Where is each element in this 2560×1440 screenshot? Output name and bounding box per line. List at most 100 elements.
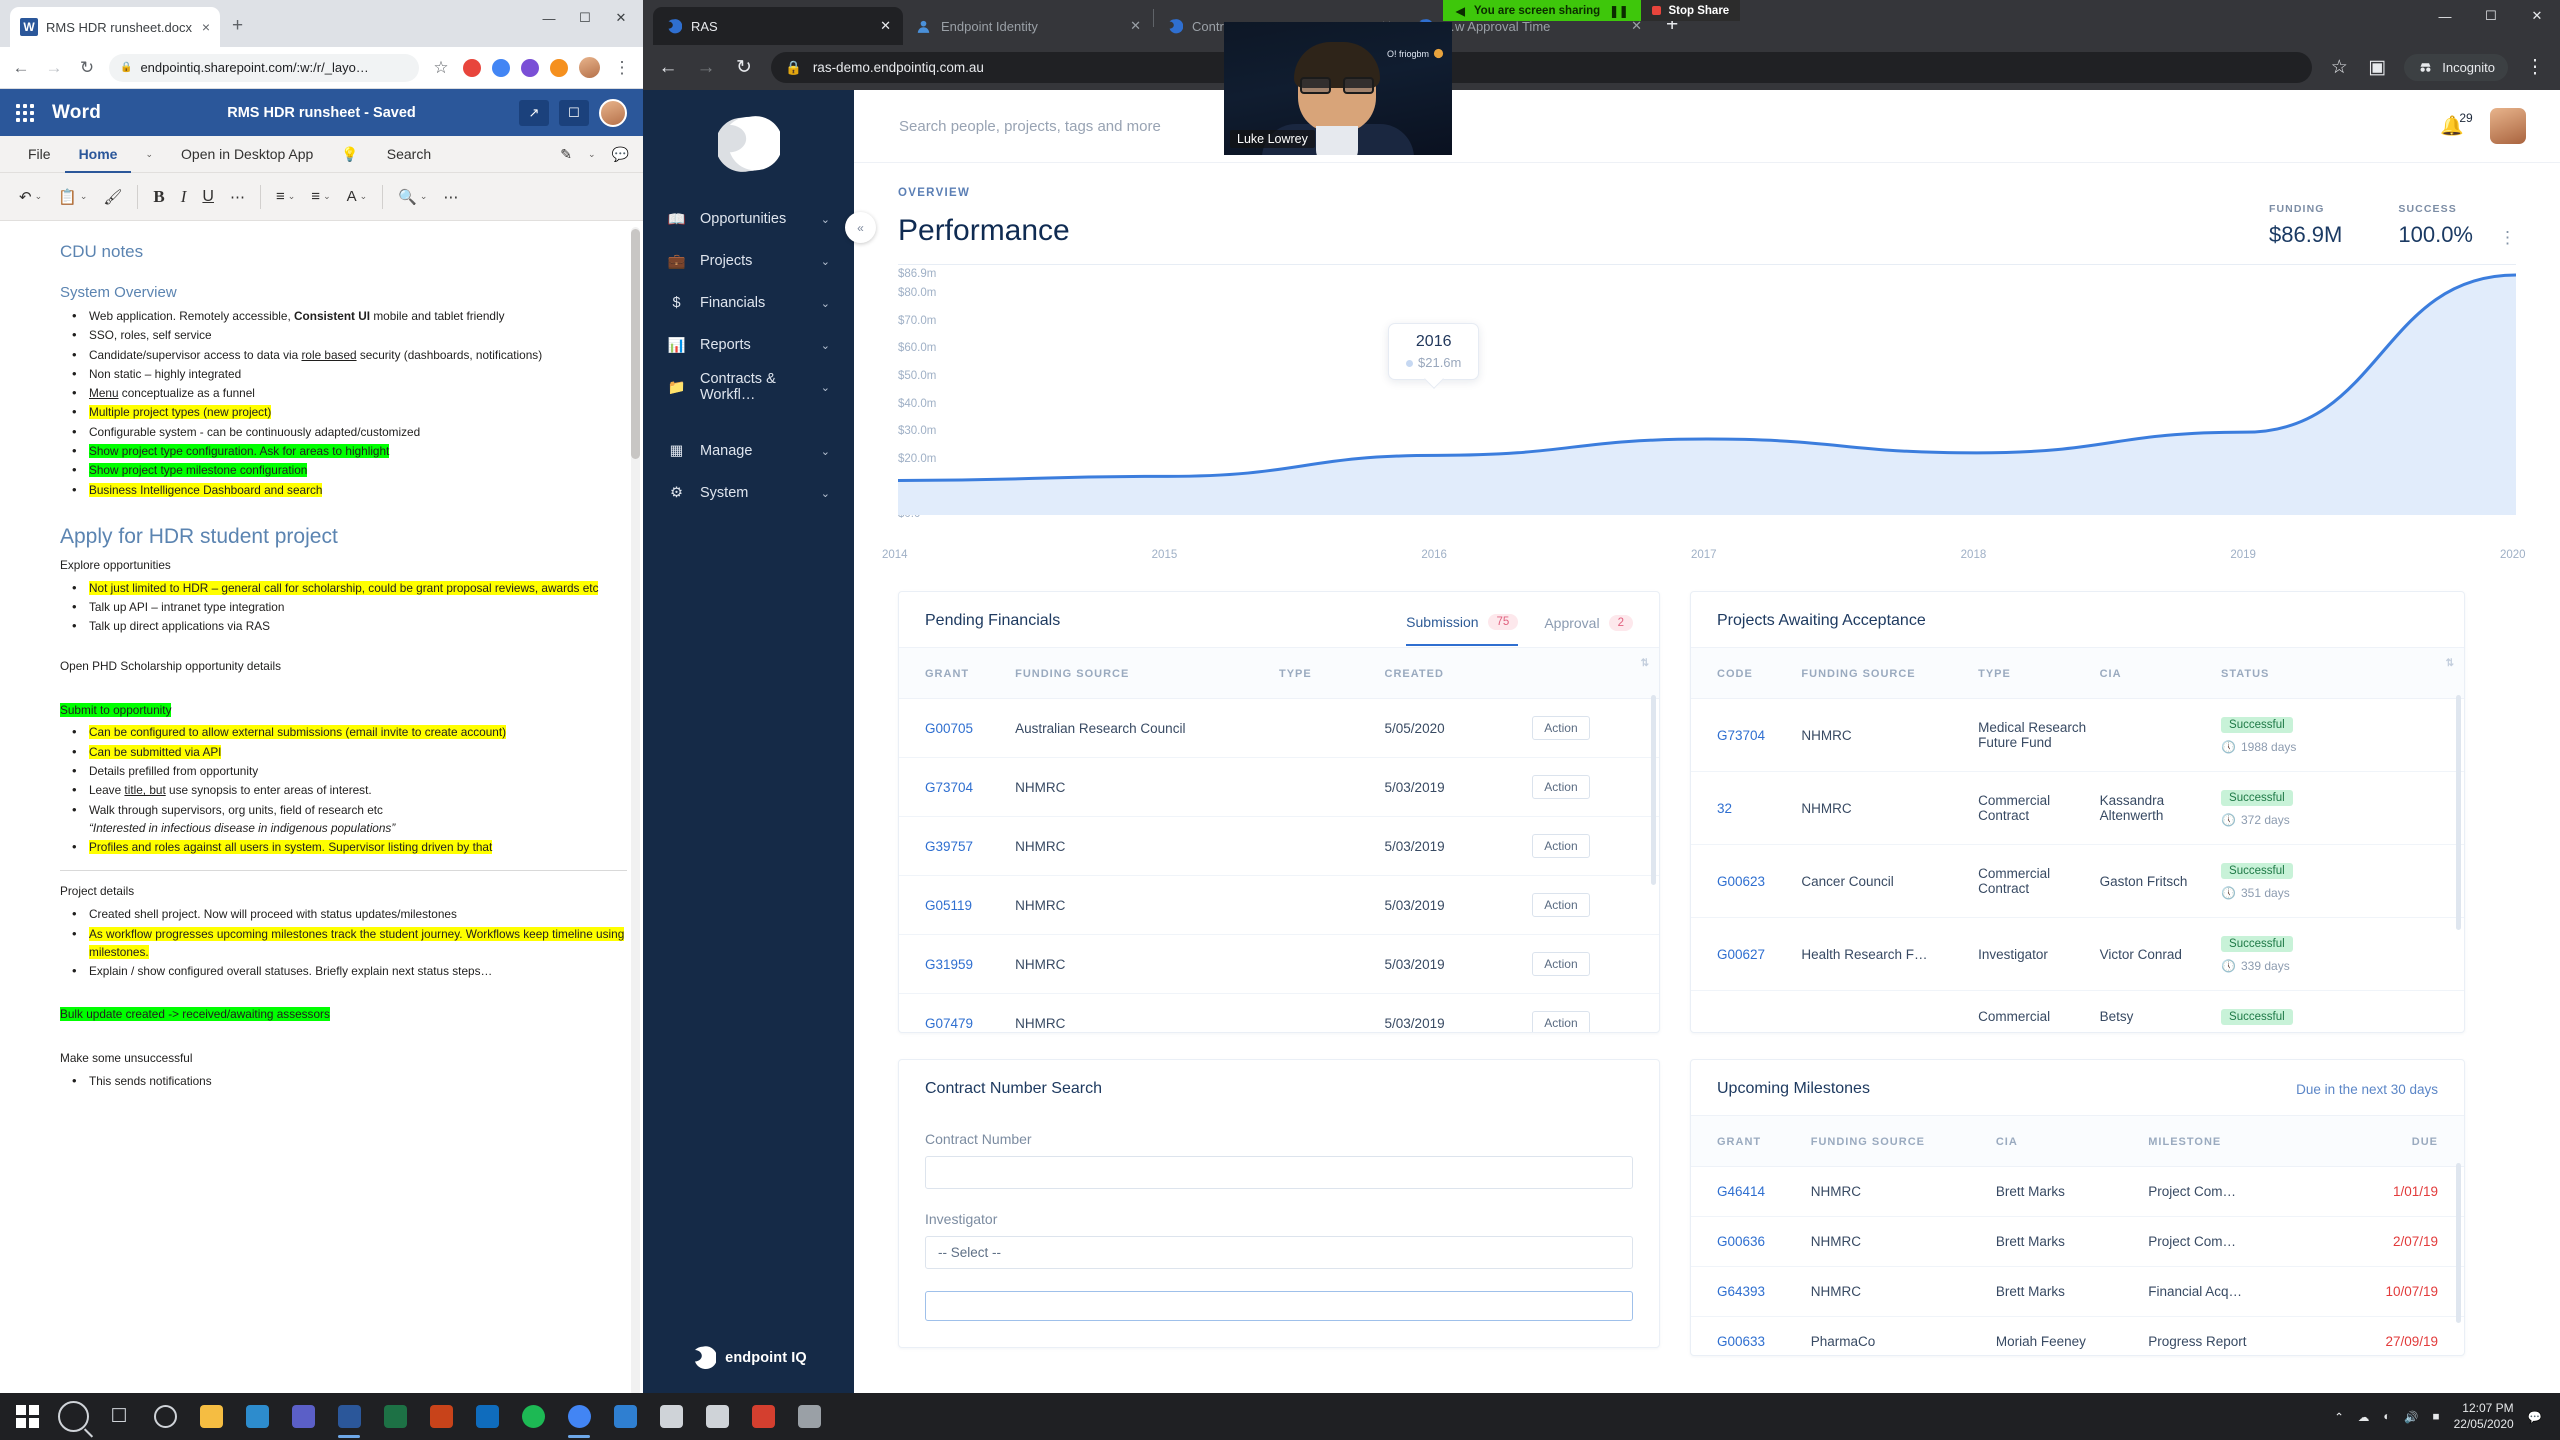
ribbon-overflow-button[interactable]: ⋯ (436, 184, 465, 210)
app-scroll-area[interactable]: OVERVIEW Performance FUNDING $86.9M SUCC… (854, 163, 2560, 1393)
chevron-down-icon[interactable]: ⌄ (821, 339, 830, 352)
table-row[interactable]: G64393 NHMRC Brett Marks Financial Acq… 10/0… (1691, 1266, 2464, 1317)
project-code-link[interactable]: 32 (1717, 801, 1732, 816)
search-button[interactable]: Search (373, 136, 445, 173)
notifications-bell[interactable]: 🔔 29 (2440, 111, 2472, 138)
settings-button[interactable] (648, 1393, 694, 1440)
sidebar-collapse-button[interactable]: « (845, 212, 876, 243)
extension-icon-1[interactable] (463, 58, 481, 77)
explorer-button[interactable] (188, 1393, 234, 1440)
share-icon[interactable]: ↗ (519, 99, 549, 126)
browser-tab-word-doc[interactable]: W RMS HDR runsheet.docx × (10, 7, 220, 47)
project-code-link[interactable]: G00623 (1717, 874, 1765, 889)
close-icon[interactable]: × (202, 19, 210, 35)
maximize-button[interactable]: ☐ (2468, 0, 2514, 32)
grant-link[interactable]: G46414 (1717, 1184, 1765, 1199)
col-milestone[interactable]: MILESTONE (2148, 1115, 2323, 1167)
code-button[interactable] (602, 1393, 648, 1440)
minimize-button[interactable]: — (531, 4, 567, 32)
chevron-down-icon[interactable]: ⌄ (821, 487, 830, 500)
paste-button[interactable]: 📋 ⌄ (51, 184, 94, 210)
avatar[interactable] (2490, 108, 2526, 144)
slack-button[interactable] (694, 1393, 740, 1440)
chevron-down-icon[interactable]: ⌄ (821, 381, 830, 394)
sidebar-item-system[interactable]: ⚙ System ⌄ (643, 472, 854, 514)
col-created[interactable]: CREATED (1384, 647, 1533, 699)
col-funding-source[interactable]: FUNDING SOURCE (1015, 647, 1279, 699)
action-button[interactable]: Action (1532, 834, 1590, 858)
battery-icon[interactable]: ■ (2433, 1411, 2440, 1423)
align-button[interactable]: ≡ ⌄ (304, 184, 337, 209)
extension-icon-2[interactable] (492, 58, 510, 77)
action-button[interactable]: Action (1532, 952, 1590, 976)
project-code-link[interactable]: G00627 (1717, 947, 1765, 962)
action-button[interactable]: Action (1532, 1011, 1590, 1032)
find-button[interactable]: 🔍 ⌄ (391, 184, 434, 210)
powerpoint-button[interactable] (418, 1393, 464, 1440)
chevron-down-icon[interactable]: ⌄ (588, 149, 596, 160)
bold-button[interactable]: B (146, 183, 171, 211)
more-font-options-button[interactable]: ⋯ (223, 184, 252, 210)
forward-icon[interactable]: → (43, 58, 65, 78)
table-scrollbar[interactable] (1651, 695, 1656, 885)
grant-link[interactable]: G07479 (925, 1016, 973, 1031)
grant-link[interactable]: G64393 (1717, 1284, 1765, 1299)
table-row[interactable]: G73704 NHMRC Medical Research Future Fund S… (1691, 698, 2464, 772)
tray-expand-icon[interactable]: ⌃ (2334, 1410, 2344, 1424)
overview-menu-button[interactable]: ⋮ (2499, 222, 2516, 248)
table-row[interactable]: G07479 NHMRC 5/03/2019 Action (899, 993, 1659, 1032)
undo-button[interactable]: ↶ ⌄ (12, 184, 49, 210)
spotify-button[interactable] (510, 1393, 556, 1440)
chevron-down-icon[interactable]: ⌄ (131, 136, 167, 173)
stop-share-button[interactable]: Stop Share (1641, 0, 1741, 21)
webcam-preview[interactable]: O! friogbm Luke Lowrey (1224, 22, 1452, 155)
table-row[interactable]: G00705 Australian Research Council 5/05/20… (899, 698, 1659, 758)
table-row[interactable]: G00623 Cancer Council Commercial Contract G… (1691, 844, 2464, 918)
table-row[interactable]: Commercial Betsy Successful (1691, 990, 2464, 1032)
table-row[interactable]: G00636 NHMRC Brett Marks Project Com… 2/07/1… (1691, 1216, 2464, 1267)
edge-button[interactable] (234, 1393, 280, 1440)
col-grant[interactable]: GRANT (1691, 1115, 1811, 1167)
table-row[interactable]: G46414 NHMRC Brett Marks Project Com… 1/01/1… (1691, 1166, 2464, 1217)
forward-icon[interactable]: → (695, 57, 717, 79)
table-row[interactable]: G73704 NHMRC 5/03/2019 Action (899, 757, 1659, 817)
col-due[interactable]: DUE (2322, 1115, 2464, 1167)
task-view-button[interactable]: ☐ (96, 1393, 142, 1440)
outlook-button[interactable] (464, 1393, 510, 1440)
sidebar-item-manage[interactable]: ▦ Manage ⌄ (643, 430, 854, 472)
lightbulb-icon[interactable]: 💡 (327, 136, 372, 173)
bookmark-star-icon[interactable]: ☆ (430, 58, 452, 78)
col-cia[interactable]: CIA (1995, 1115, 2149, 1167)
browser-tab-ras[interactable]: RAS ✕ (653, 7, 903, 45)
tab-approval[interactable]: Approval 2 (1544, 614, 1633, 645)
close-icon[interactable]: ✕ (880, 18, 891, 34)
close-button[interactable]: ✕ (2514, 0, 2560, 32)
table-scrollbar[interactable] (2456, 1163, 2461, 1323)
tab-submission[interactable]: Submission 75 (1406, 613, 1519, 646)
sidebar-item-opportunities[interactable]: 📖 Opportunities ⌄ (643, 198, 854, 240)
italic-button[interactable]: I (174, 183, 194, 211)
table-row[interactable]: G31959 NHMRC 5/03/2019 Action (899, 934, 1659, 994)
col-cia[interactable]: CIA (2099, 647, 2222, 699)
global-search-input[interactable]: Search people, projects, tags and more (899, 118, 2440, 135)
col-code[interactable]: CODE (1691, 647, 1802, 699)
table-row[interactable]: 32 NHMRC Commercial Contract Kassandra Alte… (1691, 771, 2464, 845)
new-tab-button[interactable]: + (232, 15, 243, 37)
chrome-button[interactable] (556, 1393, 602, 1440)
action-button[interactable]: Action (1532, 893, 1590, 917)
tab-home[interactable]: Home (64, 136, 132, 173)
chrome-menu-icon[interactable]: ⋮ (2524, 56, 2546, 79)
card-body[interactable]: CODE FUNDING SOURCE TYPE CIA STATUS ⇅ G7… (1691, 647, 2464, 1032)
sidebar-item-reports[interactable]: 📊 Reports ⌄ (643, 324, 854, 366)
format-painter-icon[interactable]: 🖌 (96, 184, 129, 210)
sidebar-item-financials[interactable]: $ Financials ⌄ (643, 282, 854, 324)
comments-icon[interactable]: 💬 (612, 146, 629, 163)
chevron-down-icon[interactable]: ⌄ (821, 445, 830, 458)
grant-link[interactable]: G73704 (925, 780, 973, 795)
card-body[interactable]: GRANT FUNDING SOURCE CIA MILESTONE DUE G… (1691, 1115, 2464, 1355)
underline-button[interactable]: U (195, 184, 221, 210)
cortana-button[interactable] (142, 1393, 188, 1440)
grant-link[interactable]: G05119 (925, 898, 972, 913)
teams-button[interactable] (280, 1393, 326, 1440)
reload-icon[interactable]: ↻ (733, 56, 755, 79)
